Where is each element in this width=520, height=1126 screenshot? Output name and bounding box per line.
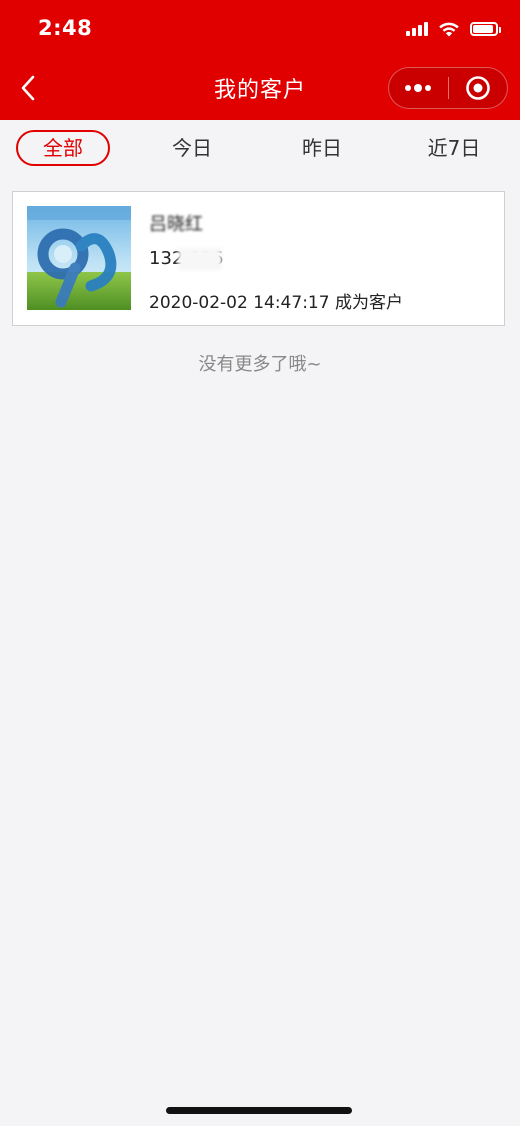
status-icons xyxy=(406,20,501,38)
filter-tabs: 全部 今日 昨日 近7日 xyxy=(0,120,520,178)
miniprogram-capsule xyxy=(388,67,508,109)
tab-last-7-days[interactable]: 近7日 xyxy=(418,130,490,166)
header: 2:48 我的客户 xyxy=(0,0,520,120)
close-miniprogram-button[interactable] xyxy=(449,68,508,108)
cell-signal-icon xyxy=(406,22,428,36)
more-button[interactable] xyxy=(389,68,448,108)
status-time: 2:48 xyxy=(38,16,93,40)
wifi-icon xyxy=(439,22,459,37)
tab-today[interactable]: 今日 xyxy=(158,130,226,166)
customer-joined-time: 2020-02-02 14:47:17 成为客户 xyxy=(149,293,403,313)
nav-bar: 我的客户 xyxy=(0,58,520,120)
more-dots-icon xyxy=(405,84,432,92)
customer-avatar xyxy=(27,206,131,310)
home-indicator xyxy=(166,1107,352,1114)
battery-icon xyxy=(470,22,501,36)
phone-redaction xyxy=(178,248,222,270)
customer-card[interactable]: 吕晓红 132 036 2020-02-02 14:47:17 成为客户 xyxy=(12,191,505,326)
avatar-image xyxy=(27,206,131,310)
tab-yesterday[interactable]: 昨日 xyxy=(288,130,356,166)
tab-all[interactable]: 全部 xyxy=(16,130,110,166)
customer-name: 吕晓红 xyxy=(149,214,203,235)
target-circle-icon xyxy=(465,76,490,100)
status-bar: 2:48 xyxy=(0,0,520,58)
no-more-text: 没有更多了哦~ xyxy=(198,354,322,375)
